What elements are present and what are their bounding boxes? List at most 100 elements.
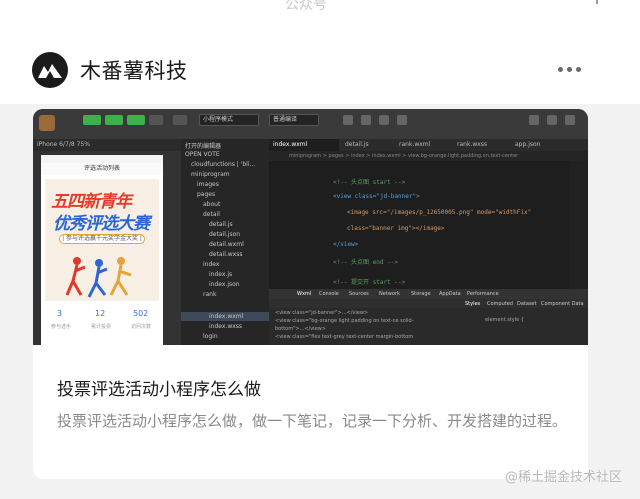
- tree-item: OPEN VOTE: [185, 151, 220, 158]
- compile-select: 普通编译: [269, 114, 319, 126]
- tree-item: index.js: [209, 271, 233, 278]
- simulator-label: iPhone 6/7/8 75%: [33, 139, 181, 151]
- tree-item: cloudfunctions | 'bli...: [191, 161, 256, 168]
- phone-nav-title: 评选活动列表: [41, 163, 163, 175]
- devtools-tab: Storage: [411, 291, 431, 297]
- article-description: 投票评选活动小程序怎么做，做一下笔记，记录一下分析、开发搭建的过程。: [57, 412, 568, 430]
- article-card[interactable]: 小程序模式 普通编译 iPhone 6/7/8 75% 评选活动列表 五四新青年…: [33, 109, 588, 479]
- editor-breadcrumb: miniprogram > pages > index > index.wxml…: [269, 151, 588, 161]
- tree-item: index.wxml: [209, 313, 244, 320]
- code-line: class="banner img"></image>: [347, 225, 445, 232]
- details-icon: [565, 115, 575, 125]
- mode-select: 小程序模式: [199, 114, 259, 126]
- tree-item: index: [203, 261, 220, 268]
- stat-label: 访问次数: [131, 324, 152, 330]
- preview-icon: [361, 115, 371, 125]
- vote-banner: 五四新青年 优秀评选大赛 | 参与评选赢千元奖学金大奖 |: [45, 179, 159, 301]
- ide-toolbar: 小程序模式 普通编译: [33, 109, 588, 139]
- article-cover-image: 小程序模式 普通编译 iPhone 6/7/8 75% 评选活动列表 五四新青年…: [33, 109, 588, 345]
- devtools-line: <view class="jd-banner">...</view>: [275, 310, 369, 316]
- code-editor: index.wxml detail.js rank.wxml rank.wxss…: [269, 139, 588, 289]
- tree-item: pages: [197, 191, 216, 198]
- stat-label: 参与选手: [51, 324, 72, 330]
- tree-item: detail.wxss: [209, 251, 243, 258]
- devtools-panel: Wxml Console Sources Network Storage App…: [269, 289, 588, 345]
- banner-line-2: 优秀评选大赛: [53, 214, 150, 234]
- devtools-style-tab: Dataset: [517, 301, 537, 307]
- devtools-tab: Sources: [349, 291, 369, 297]
- code-line: <!-- 头点图 start -->: [333, 179, 406, 186]
- devtools-line: <view class="bg-orange light padding on …: [275, 318, 414, 324]
- editor-tab: index.wxml: [269, 139, 339, 151]
- top-caption: 公众号: [285, 0, 327, 13]
- tree-item: rank: [203, 291, 217, 298]
- tree-item: index.json: [209, 281, 240, 288]
- devtools-tab: Network: [379, 291, 400, 297]
- version-icon: [547, 115, 557, 125]
- tree-item: miniprogram: [191, 171, 230, 178]
- cloud-toggle: [173, 115, 187, 125]
- ide-logo-icon: [39, 115, 55, 131]
- avatar[interactable]: [32, 52, 68, 88]
- watermark: @稀土掘金技术社区: [505, 470, 623, 485]
- phone-preview: 评选活动列表 五四新青年 优秀评选大赛 | 参与评选赢千元奖学金大奖 | 3 参…: [41, 155, 163, 345]
- code-line: <!-- 头点图 end -->: [333, 259, 398, 266]
- devtools-tabs: Wxml Console Sources Network Storage App…: [269, 289, 588, 299]
- phone-stats: 3 参与选手 12 累计投票 502 访问次数: [41, 305, 163, 345]
- account-name[interactable]: 木番薯科技: [80, 55, 188, 85]
- brand-logo-icon: [38, 64, 62, 78]
- banner-line-3: | 参与评选赢千元奖学金大奖 |: [59, 234, 145, 244]
- tree-item: index.wxss: [209, 323, 243, 330]
- stat-value: 502: [133, 309, 149, 318]
- code-line: <view class="jd-banner">: [333, 193, 420, 200]
- stat-value: 3: [57, 309, 63, 318]
- account-header: 公众号 木番薯科技: [0, 0, 640, 104]
- stat-value: 12: [95, 309, 106, 318]
- code-line: <image src="/images/p_12650005.png" mode…: [347, 209, 532, 216]
- debugger-toggle: [127, 115, 145, 125]
- code-line: <!-- 提交开 start -->: [333, 279, 406, 286]
- tree-item: detail.json: [209, 231, 241, 238]
- realdevice-icon: [379, 115, 389, 125]
- simulator-panel: iPhone 6/7/8 75% 评选活动列表 五四新青年 优秀评选大赛 | 参…: [33, 139, 181, 345]
- devtools-line: <view class="flex text-grey text-center …: [275, 334, 414, 340]
- devtools-tab: Performance: [467, 291, 499, 297]
- article-title[interactable]: 投票评选活动小程序怎么做: [57, 375, 261, 400]
- tree-item: detail: [203, 211, 220, 218]
- top-divider: [596, 0, 598, 4]
- tree-item: detail.wxml: [209, 241, 244, 248]
- devtools-style-tab: Styles: [465, 301, 481, 307]
- compile-icon: [343, 115, 353, 125]
- devtools-line: bottom">...</view>: [275, 326, 326, 332]
- editor-tabs: index.wxml detail.js rank.wxml rank.wxss…: [269, 139, 588, 151]
- simulator-toggle: [83, 115, 101, 125]
- stat-label: 累计投票: [91, 324, 112, 330]
- more-icon[interactable]: [558, 67, 582, 73]
- code-line: </view>: [333, 241, 359, 248]
- editor-tab: rank.wxml: [399, 141, 431, 148]
- tree-item: detail.js: [209, 221, 233, 228]
- upload-icon: [529, 115, 539, 125]
- devtools-tab: Wxml: [297, 291, 312, 297]
- account-row[interactable]: 木番薯科技: [32, 50, 188, 90]
- editor-tab: detail.js: [345, 141, 369, 148]
- devtools-style-tabs: Styles Computed Dataset Component Data: [269, 299, 588, 308]
- tree-item: 打开的编辑器: [185, 143, 222, 150]
- editor-minimap: [570, 161, 588, 289]
- devtools-style-line: element.style {: [485, 317, 524, 323]
- editor-tab: app.json: [515, 141, 541, 148]
- runners-illustration: [65, 257, 132, 298]
- devtools-style-tab: Computed: [487, 301, 513, 307]
- devtools-style-tab: Component Data: [541, 301, 584, 307]
- tree-item: images: [197, 181, 219, 188]
- visual-toggle: [149, 115, 163, 125]
- devtools-tab: Console: [319, 291, 339, 297]
- tree-item: about: [203, 201, 221, 208]
- editor-toggle: [105, 115, 123, 125]
- phone-status-bar: [41, 155, 163, 163]
- tree-item: login: [203, 333, 218, 340]
- devtools-tab: AppData: [439, 291, 461, 297]
- editor-tab: rank.wxss: [457, 141, 488, 148]
- file-tree: 打开的编辑器 OPEN VOTE cloudfunctions | 'bli..…: [181, 139, 269, 345]
- clear-cache-icon: [397, 115, 407, 125]
